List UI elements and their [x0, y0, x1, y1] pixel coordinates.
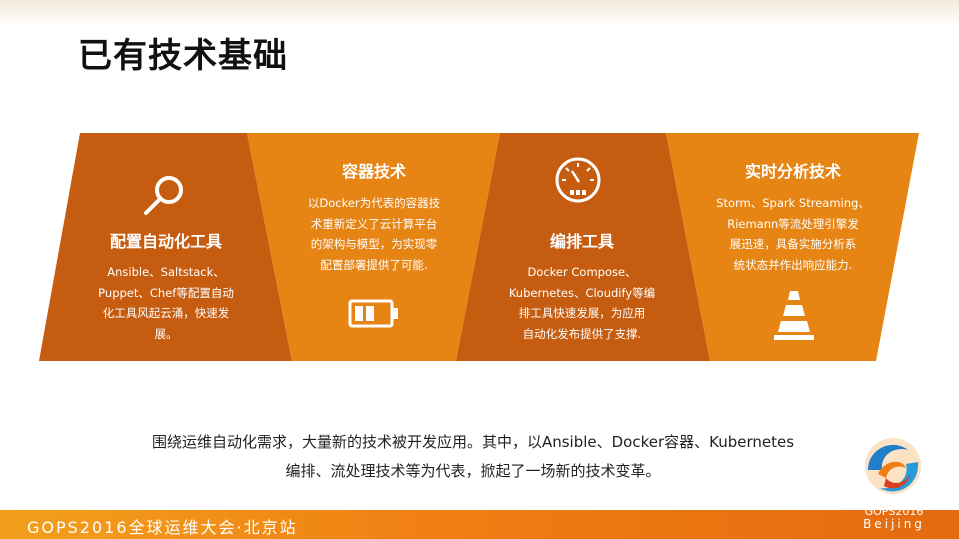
- panel-3-body: Docker Compose、 Kubernetes、Cloudify等编 排工…: [482, 262, 682, 344]
- panel-3-line: 排工具快速发展，为应用: [518, 306, 646, 320]
- panel-1: 配置自动化工具 Ansible、Saltstack、 Puppet、Chef等配…: [66, 231, 266, 344]
- summary-text: 围绕运维自动化需求，大量新的技术被开发应用。其中，以Ansible、Docker…: [78, 428, 868, 486]
- gauge-icon: [555, 157, 601, 203]
- panel-2-body: 以Docker为代表的容器技 术重新定义了云计算平台 的架构与模型，为实现零 配…: [274, 193, 474, 275]
- panel-4-line: 展迅速，具备实施分析系: [729, 237, 857, 251]
- panel-3-line: Docker Compose、: [527, 265, 637, 279]
- panel-1-title: 配置自动化工具: [109, 232, 222, 251]
- panel-1-line: 化工具风起云涌，快速发: [102, 306, 230, 320]
- summary-line: 围绕运维自动化需求，大量新的技术被开发应用。其中，以Ansible、Docker…: [151, 433, 795, 451]
- panel-4-line: Riemann等流处理引擎发: [727, 216, 859, 231]
- panel-3-title: 编排工具: [549, 232, 614, 251]
- panel-2-line: 配置部署提供了可能.: [320, 257, 428, 272]
- panel-4-line: 统状态并作出响应能力.: [733, 257, 853, 272]
- panel-2-title: 容器技术: [341, 162, 406, 181]
- gops-logo-icon: [865, 438, 921, 494]
- panel-3-line: Kubernetes、Cloudify等编: [508, 285, 656, 300]
- logo-caption: GOPS2016 Beijing: [846, 506, 942, 531]
- panel-2-line: 以Docker为代表的容器技: [307, 196, 441, 210]
- summary-line: 编排、流处理技术等为代表，掀起了一场新的技术变革。: [285, 462, 661, 480]
- panel-4: 实时分析技术 Storm、Spark Streaming、 Riemann等流处…: [693, 161, 893, 275]
- panel-2: 容器技术 以Docker为代表的容器技 术重新定义了云计算平台 的架构与模型，为…: [274, 161, 474, 275]
- logo-caption-line2: Beijing: [863, 517, 925, 531]
- panel-1-line: 展。: [154, 326, 178, 341]
- panel-3-line: 自动化发布提供了支撑.: [522, 326, 642, 341]
- panel-4-body: Storm、Spark Streaming、 Riemann等流处理引擎发 展迅…: [693, 193, 893, 275]
- panel-1-line: Puppet、Chef等配置自动: [98, 285, 234, 300]
- footer-bar: GOPS2016全球运维大会·北京站: [0, 510, 959, 539]
- footer-text: GOPS2016全球运维大会·北京站: [27, 518, 298, 537]
- panel-2-line: 术重新定义了云计算平台: [310, 216, 438, 231]
- panel-1-body: Ansible、Saltstack、 Puppet、Chef等配置自动 化工具风…: [66, 262, 266, 344]
- panel-4-title: 实时分析技术: [744, 162, 841, 181]
- panel-1-line: Ansible、Saltstack、: [107, 265, 225, 279]
- panel-4-line: Storm、Spark Streaming、: [716, 196, 870, 210]
- panel-3: 编排工具 Docker Compose、 Kubernetes、Cloudify…: [482, 231, 682, 344]
- panel-2-line: 的架构与模型，为实现零: [310, 237, 438, 251]
